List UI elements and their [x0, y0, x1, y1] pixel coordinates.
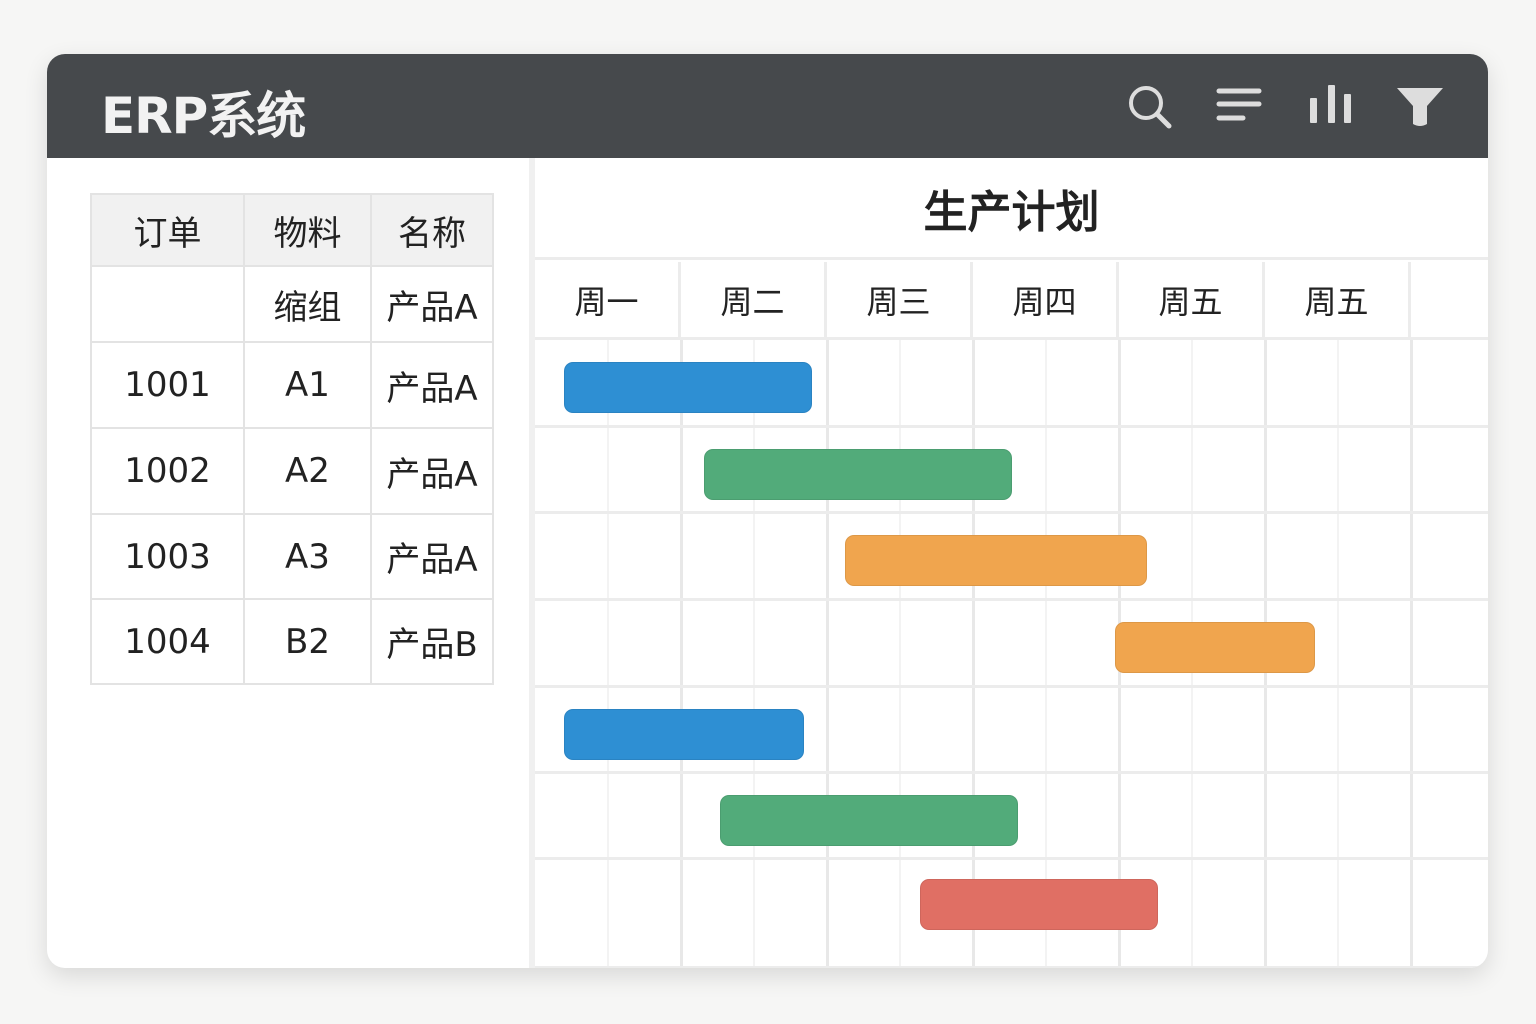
grid-line [753, 340, 755, 968]
gantt-task-bar[interactable] [1114, 622, 1315, 673]
material: A1 [243, 341, 372, 429]
grid-line [535, 857, 1488, 860]
grid-line [607, 340, 609, 968]
day-header: 周五 [1119, 262, 1265, 340]
table-cell: 缩组 [243, 265, 372, 343]
table-row[interactable]: 1004 B2 产品B [90, 598, 494, 685]
product-name: 产品B [370, 598, 494, 685]
grid-line [1337, 340, 1339, 968]
table-subheader-row: 缩组 产品A [90, 265, 494, 343]
app-title: ERP系统 [101, 87, 306, 145]
gantt-chart: 生产计划 周一 周二 周三 周四 周五 周五 [535, 158, 1488, 968]
order-id: 1003 [90, 513, 245, 600]
product-name: 产品A [370, 341, 494, 429]
grid-line [680, 340, 683, 968]
grid-line [535, 771, 1488, 774]
table-row[interactable]: 1003 A3 产品A [90, 513, 494, 600]
day-header: 周四 [973, 262, 1119, 340]
order-id: 1004 [90, 598, 245, 685]
grid-line [826, 340, 829, 968]
table-cell [90, 265, 245, 343]
grid-line [1045, 340, 1047, 968]
product-name: 产品A [370, 427, 494, 515]
grid-line [535, 511, 1488, 514]
erp-window: ERP系统 订单 物料 名称 缩组 产品A 1001 A1 产品A 1002 A2 产品… [47, 54, 1488, 968]
bar-chart-icon[interactable] [1307, 82, 1357, 132]
table-row[interactable]: 1002 A2 产品A [90, 427, 494, 515]
filter-icon[interactable] [1395, 82, 1445, 132]
header-bar: ERP系统 [47, 54, 1488, 158]
product-name: 产品A [370, 513, 494, 600]
grid-line [535, 685, 1488, 688]
gantt-task-bar[interactable] [564, 709, 804, 760]
order-id: 1001 [90, 341, 245, 429]
day-header: 周二 [681, 262, 827, 340]
gantt-task-bar[interactable] [564, 362, 813, 413]
material: A3 [243, 513, 372, 600]
material: A2 [243, 427, 372, 515]
column-header-name[interactable]: 名称 [370, 193, 494, 267]
order-table: 订单 物料 名称 缩组 产品A 1001 A1 产品A 1002 A2 产品A 1003… [90, 193, 494, 685]
grid-line [535, 598, 1488, 601]
day-header: 周一 [535, 262, 681, 340]
sort-icon[interactable] [1215, 82, 1265, 132]
gantt-title: 生产计划 [535, 158, 1488, 260]
gantt-task-bar[interactable] [844, 535, 1147, 586]
table-cell: 产品A [370, 265, 494, 343]
gantt-task-bar[interactable] [704, 449, 1013, 500]
grid-line [972, 340, 975, 968]
day-header: 周五 [1265, 262, 1411, 340]
column-header-order[interactable]: 订单 [90, 193, 245, 267]
grid-line [899, 340, 901, 968]
grid-line [535, 966, 1488, 968]
day-header-empty [1411, 262, 1488, 340]
column-header-material[interactable]: 物料 [243, 193, 372, 267]
search-icon[interactable] [1125, 82, 1175, 132]
order-id: 1002 [90, 427, 245, 515]
day-header: 周三 [827, 262, 973, 340]
table-header-row: 订单 物料 名称 [90, 193, 494, 267]
table-row[interactable]: 1001 A1 产品A [90, 341, 494, 429]
gantt-task-bar[interactable] [720, 795, 1019, 846]
grid-line [535, 425, 1488, 428]
grid-line [1410, 340, 1413, 968]
gantt-task-bar[interactable] [920, 879, 1159, 930]
material: B2 [243, 598, 372, 685]
